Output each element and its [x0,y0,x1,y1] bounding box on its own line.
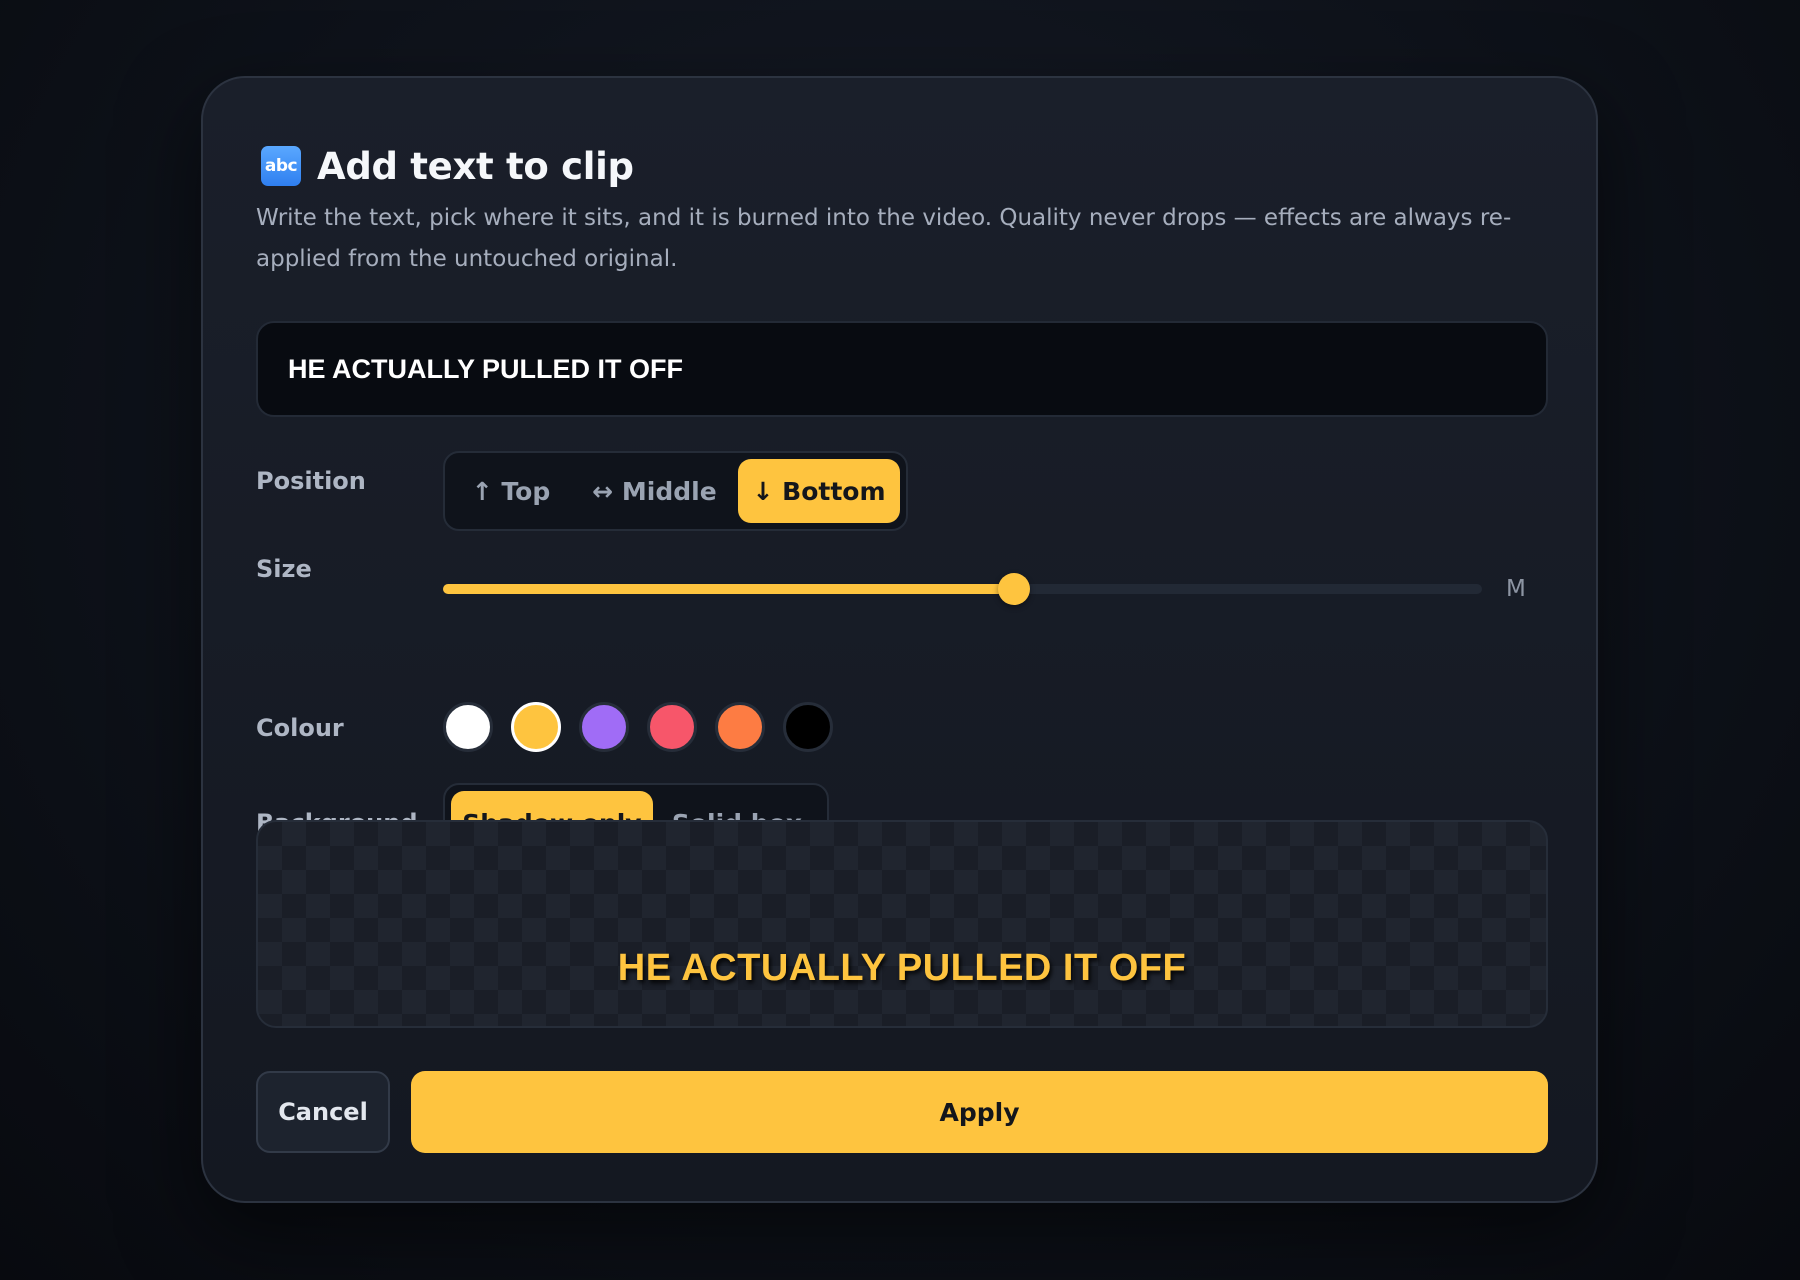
colour-swatch-yellow[interactable] [511,702,561,752]
position-segmented-control: ↑ Top ↔ Middle ↓ Bottom [443,451,908,531]
colour-swatch-red[interactable] [647,702,697,752]
colour-swatch-purple[interactable] [579,702,629,752]
size-value-label: M [1506,576,1526,602]
dialog-title: Add text to clip [317,144,634,188]
dialog-header: abc Add text to clip [261,136,634,196]
dialog-description: Write the text, pick where it sits, and … [256,205,1512,272]
cancel-button[interactable]: Cancel [256,1071,390,1153]
position-bottom-button[interactable]: ↓ Bottom [738,459,900,523]
colour-label: Colour [256,714,344,742]
abc-icon: abc [261,146,301,186]
size-slider-thumb[interactable] [998,573,1031,605]
size-slider-fill [443,584,1015,594]
add-text-dialog: abc Add text to clip Write the text, pic… [201,76,1598,1203]
colour-swatch-white[interactable] [443,702,493,752]
preview-text: HE ACTUALLY PULLED IT OFF [617,947,1187,989]
text-preview: HE ACTUALLY PULLED IT OFF [256,820,1548,1028]
overlay-text-input[interactable] [256,321,1548,417]
position-label: Position [256,467,366,495]
position-top-button[interactable]: ↑ Top [451,459,571,523]
size-slider[interactable] [443,572,1482,606]
size-label: Size [256,555,312,583]
colour-swatch-black[interactable] [783,702,833,752]
colour-swatches [443,702,833,752]
position-middle-button[interactable]: ↔ Middle [571,459,738,523]
colour-swatch-orange[interactable] [715,702,765,752]
apply-button[interactable]: Apply [411,1071,1548,1153]
